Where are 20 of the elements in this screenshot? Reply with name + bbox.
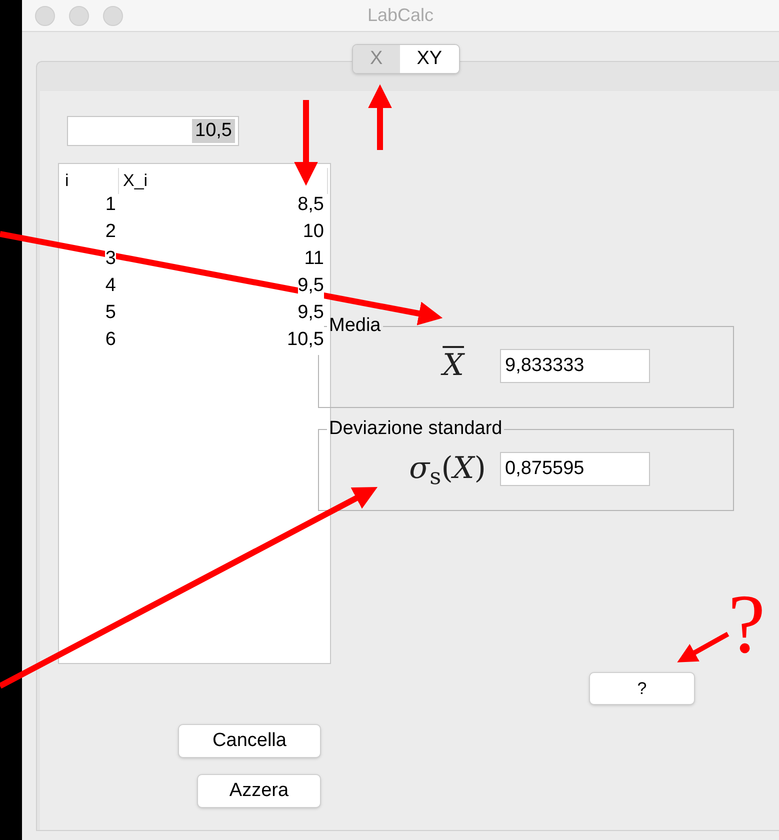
annotation-arrow [677,632,730,662]
help-button[interactable]: ? [589,672,695,705]
input-field[interactable]: 10,5 [67,116,239,146]
group-title: Media [328,315,382,337]
zoom-icon[interactable] [103,6,123,26]
math-symbol: σ$_{s}$(X) [409,452,486,486]
group-title: Deviazione standard [328,418,504,440]
close-icon[interactable] [35,6,55,26]
table-cell: 10,5 [287,326,324,355]
reset-button[interactable]: Azzera [197,774,321,808]
output-field[interactable]: 9,833333 [500,349,650,383]
window-title: LabCalc [367,4,434,27]
tab[interactable]: XY [400,45,460,73]
minimize-icon[interactable] [69,6,89,26]
selected-text: 10,5 [192,119,235,143]
annotation-mark: ? [728,580,766,670]
cancel-button[interactable]: Cancella [178,724,321,758]
output-field[interactable]: 0,875595 [500,452,650,486]
annotation-arrow [368,84,392,150]
math-symbol: X [442,349,464,383]
